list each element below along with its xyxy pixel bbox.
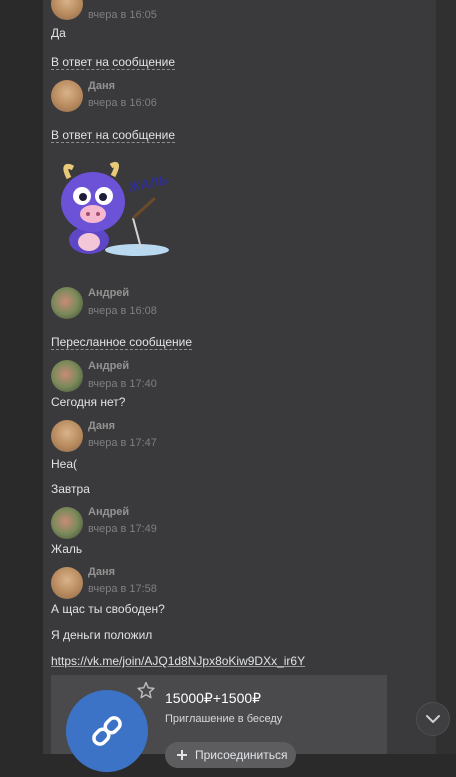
forwarded-message-link[interactable]: Пересланное сообщение bbox=[51, 335, 193, 350]
avatar[interactable] bbox=[51, 360, 83, 392]
avatar[interactable] bbox=[51, 420, 83, 452]
scroll-down-button[interactable] bbox=[416, 702, 450, 736]
message-time[interactable]: вчера в 16:06 bbox=[88, 97, 157, 109]
avatar[interactable] bbox=[51, 80, 83, 112]
invite-card-title: 15000₽+1500₽ bbox=[165, 690, 262, 706]
invite-card-subtitle: Приглашение в беседу bbox=[165, 713, 283, 725]
reply-link[interactable]: В ответ на сообщение bbox=[51, 55, 175, 70]
invite-link-icon bbox=[66, 690, 148, 772]
message-text: Завтра bbox=[51, 482, 90, 496]
invite-link[interactable]: https://vk.me/join/AJQ1d8NJpx8oKiw9DXx_i… bbox=[51, 654, 305, 668]
avatar[interactable] bbox=[51, 567, 83, 599]
join-button[interactable]: Присоединиться bbox=[165, 742, 296, 768]
plus-icon bbox=[177, 750, 187, 760]
chevron-down-icon bbox=[426, 715, 440, 723]
author-name[interactable]: Даня bbox=[88, 566, 115, 578]
author-name[interactable]: Андрей bbox=[88, 506, 129, 518]
message-text: Жаль bbox=[51, 542, 83, 556]
author-name[interactable]: Даня bbox=[88, 80, 115, 92]
message-text: Да bbox=[51, 26, 66, 40]
scrollbar-track[interactable] bbox=[436, 0, 456, 754]
message-text: Неа( bbox=[51, 457, 78, 471]
message-time[interactable]: вчера в 17:49 bbox=[88, 523, 157, 535]
avatar[interactable] bbox=[51, 507, 83, 539]
message-time[interactable]: вчера в 17:40 bbox=[88, 378, 157, 390]
join-button-label: Присоединиться bbox=[195, 748, 288, 762]
message-time[interactable]: вчера в 17:47 bbox=[88, 437, 157, 449]
star-icon[interactable] bbox=[136, 681, 156, 700]
author-name[interactable]: Даня bbox=[88, 420, 115, 432]
author-name[interactable]: Андрей bbox=[88, 287, 129, 299]
message-time[interactable]: вчера в 16:08 bbox=[88, 305, 157, 317]
avatar[interactable] bbox=[51, 287, 83, 319]
reply-link[interactable]: В ответ на сообщение bbox=[51, 128, 175, 143]
message-text: А щас ты свободен? bbox=[51, 602, 165, 616]
message-time[interactable]: вчера в 16:05 bbox=[88, 9, 157, 21]
message-time[interactable]: вчера в 17:58 bbox=[88, 583, 157, 595]
message-text: Я деньги положил bbox=[51, 628, 153, 642]
author-name[interactable]: Андрей bbox=[88, 360, 129, 372]
message-text: Сегодня нет? bbox=[51, 395, 126, 409]
